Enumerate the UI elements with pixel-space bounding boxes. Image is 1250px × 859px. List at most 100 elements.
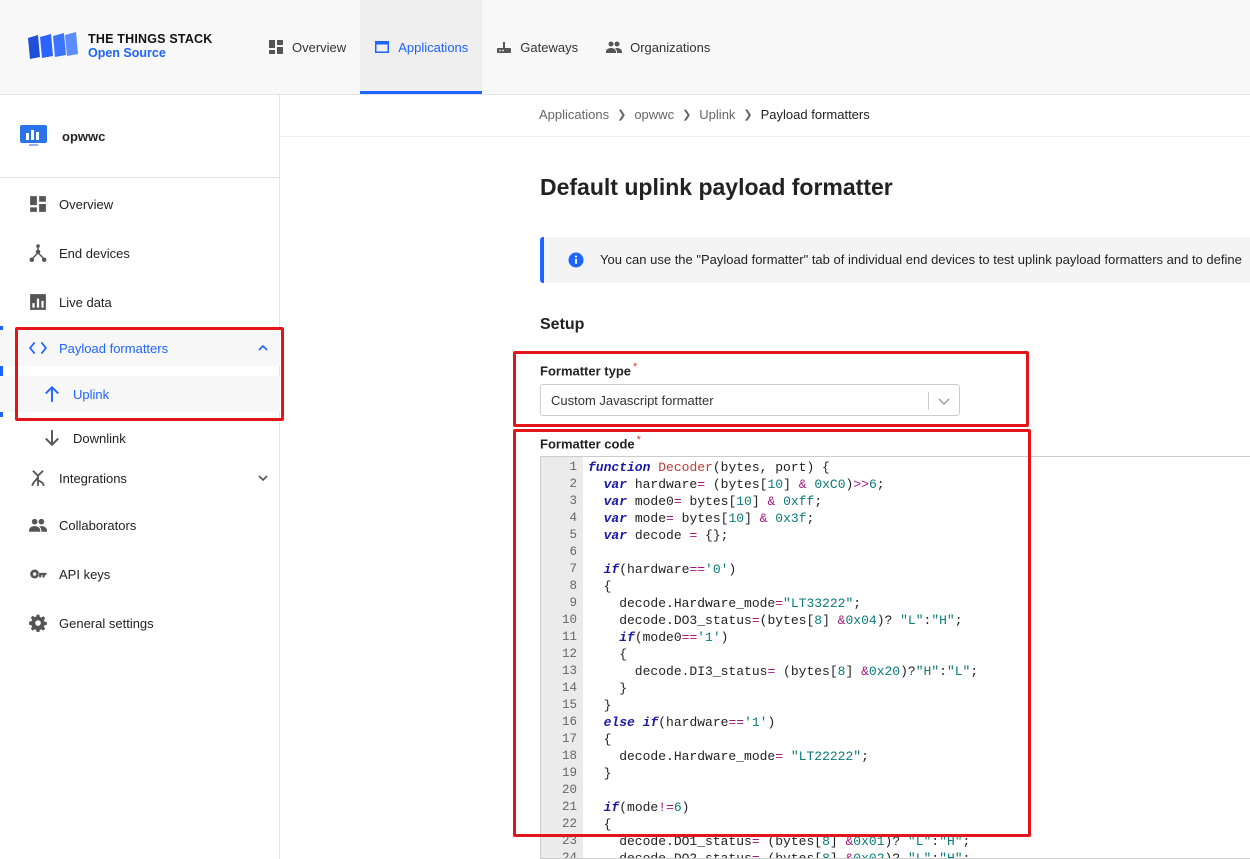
brand-subtitle: Open Source xyxy=(88,46,166,60)
line-number: 4 xyxy=(569,511,577,525)
code-line[interactable]: 6 xyxy=(541,544,1250,561)
breadcrumb-app[interactable]: opwwc xyxy=(634,107,674,122)
code-line[interactable]: 17 { xyxy=(541,731,1250,748)
formatter-type-select[interactable]: Custom Javascript formatter xyxy=(540,384,960,416)
formatter-code-editor[interactable]: 1 function Decoder(bytes, port) {2 var ha… xyxy=(540,456,1250,859)
brand-logo[interactable]: THE THINGS STACK Open Source xyxy=(26,30,226,64)
line-number: 11 xyxy=(561,630,577,644)
chevron-down-icon[interactable] xyxy=(256,471,270,485)
code-line[interactable]: 4 var mode= bytes[10] & 0x3f; xyxy=(541,510,1250,527)
code-line[interactable]: 13 decode.DI3_status= (bytes[8] &0x20)?"… xyxy=(541,663,1250,680)
router-icon xyxy=(497,42,512,53)
line-number: 16 xyxy=(561,715,577,729)
code-text: { xyxy=(588,647,628,662)
code-line[interactable]: 20 xyxy=(541,782,1250,799)
sidebar-item-collaborators[interactable]: Collaborators xyxy=(0,507,280,543)
gear-icon xyxy=(28,613,48,633)
code-line[interactable]: 10 decode.DO3_status=(bytes[8] &0x04)? "… xyxy=(541,612,1250,629)
code-text: decode.Hardware_mode="LT33222"; xyxy=(588,596,862,611)
code-text: var mode= bytes[10] & 0x3f; xyxy=(603,511,815,526)
line-number: 6 xyxy=(569,545,577,559)
sidebar-item-overview[interactable]: Overview xyxy=(0,186,280,222)
sidebar-item-label: End devices xyxy=(59,245,130,261)
sidebar-item-label: General settings xyxy=(59,615,154,631)
formatter-type-label-text: Formatter type xyxy=(540,363,632,379)
topnav-organizations-label: Organizations xyxy=(630,39,711,55)
sidebar-item-general-settings[interactable]: General settings xyxy=(0,605,280,641)
formatter-code-label: Formatter code * xyxy=(540,434,641,451)
people-icon xyxy=(606,41,623,53)
line-number: 2 xyxy=(569,477,577,491)
code-text: if(mode0=='1') xyxy=(619,630,729,645)
formatter-code-label-text: Formatter code xyxy=(540,436,635,452)
code-line[interactable]: 12 { xyxy=(541,646,1250,663)
sidebar-item-downlink[interactable]: Downlink xyxy=(0,420,280,456)
line-number: 7 xyxy=(569,562,577,576)
line-number: 1 xyxy=(569,460,577,474)
page-title: Default uplink payload formatter xyxy=(540,174,893,200)
line-number: 23 xyxy=(561,834,577,848)
chevron-down-icon[interactable] xyxy=(937,394,951,408)
line-number: 3 xyxy=(569,494,577,508)
line-number: 19 xyxy=(561,766,577,780)
breadcrumb: Applications ❯ opwwc ❯ Uplink ❯ Payload … xyxy=(539,107,870,122)
code-line[interactable]: 23 decode.DO1_status= (bytes[8] &0x01)? … xyxy=(541,833,1250,850)
grid-icon xyxy=(269,40,283,54)
breadcrumb-current: Payload formatters xyxy=(760,107,870,122)
topnav-applications-label: Applications xyxy=(398,39,469,55)
code-line[interactable]: 15 } xyxy=(541,697,1250,714)
code-line[interactable]: 18 decode.Hardware_mode= "LT22222"; xyxy=(541,748,1250,765)
chevron-up-icon[interactable] xyxy=(256,341,270,355)
code-text: function Decoder(bytes, port) { xyxy=(588,460,830,475)
topnav-gateways-label: Gateways xyxy=(520,39,579,55)
breadcrumb-bar: Applications ❯ opwwc ❯ Uplink ❯ Payload … xyxy=(281,95,1250,137)
topnav-gateways[interactable]: Gateways xyxy=(482,0,592,94)
select-divider xyxy=(928,392,929,410)
code-line[interactable]: 14 } xyxy=(541,680,1250,697)
code-text: if(hardware=='0') xyxy=(603,562,737,577)
code-text: { xyxy=(588,579,612,594)
code-text: decode.DO2_status= (bytes[8] &0x02)? "L"… xyxy=(588,851,971,859)
devices-icon xyxy=(28,243,48,263)
formatter-type-value: Custom Javascript formatter xyxy=(551,393,714,408)
sidebar-item-live-data[interactable]: Live data xyxy=(0,284,280,320)
line-number: 21 xyxy=(561,800,577,814)
breadcrumb-uplink[interactable]: Uplink xyxy=(699,107,735,122)
sidebar-item-integrations[interactable]: Integrations xyxy=(0,460,280,496)
setup-heading: Setup xyxy=(540,316,585,333)
code-line[interactable]: 24 decode.DO2_status= (bytes[8] &0x02)? … xyxy=(541,850,1250,859)
app-header: opwwc xyxy=(0,95,279,178)
code-line[interactable]: 22 { xyxy=(541,816,1250,833)
sidebar-item-payload-formatters[interactable]: Payload formatters xyxy=(0,330,280,366)
topnav-organizations[interactable]: Organizations xyxy=(592,0,724,94)
code-line[interactable]: 16 else if(hardware=='1') xyxy=(541,714,1250,731)
logo-mark-icon xyxy=(28,32,78,59)
code-line[interactable]: 19 } xyxy=(541,765,1250,782)
code-line[interactable]: 3 var mode0= bytes[10] & 0xff; xyxy=(541,493,1250,510)
line-number: 20 xyxy=(561,783,577,797)
line-number: 13 xyxy=(561,664,577,678)
grid-icon xyxy=(28,194,48,214)
arrow-up-icon xyxy=(42,384,62,404)
code-text: { xyxy=(588,732,612,747)
line-number: 18 xyxy=(561,749,577,763)
code-line[interactable]: 11 if(mode0=='1') xyxy=(541,629,1250,646)
people-icon xyxy=(28,515,48,535)
sidebar-item-label: Collaborators xyxy=(59,517,137,533)
code-line[interactable]: 2 var hardware= (bytes[10] & 0xC0)>>6; xyxy=(541,476,1250,493)
sidebar-item-api-keys[interactable]: API keys xyxy=(0,556,280,592)
sidebar-item-end-devices[interactable]: End devices xyxy=(0,235,280,271)
sidebar-item-label: API keys xyxy=(59,566,111,582)
top-header: THE THINGS STACK Open Source Overview Ap… xyxy=(0,0,1250,95)
code-line[interactable]: 8 { xyxy=(541,578,1250,595)
topnav-overview[interactable]: Overview xyxy=(254,0,360,94)
code-line[interactable]: 1 function Decoder(bytes, port) { xyxy=(541,459,1250,476)
code-line[interactable]: 21 if(mode!=6) xyxy=(541,799,1250,816)
breadcrumb-applications[interactable]: Applications xyxy=(539,107,609,122)
sidebar-item-uplink[interactable]: Uplink xyxy=(0,376,280,412)
code-line[interactable]: 9 decode.Hardware_mode="LT33222"; xyxy=(541,595,1250,612)
code-line[interactable]: 5 var decode = {}; xyxy=(541,527,1250,544)
code-text: { xyxy=(588,817,612,832)
topnav-applications[interactable]: Applications xyxy=(360,0,483,94)
code-line[interactable]: 7 if(hardware=='0') xyxy=(541,561,1250,578)
